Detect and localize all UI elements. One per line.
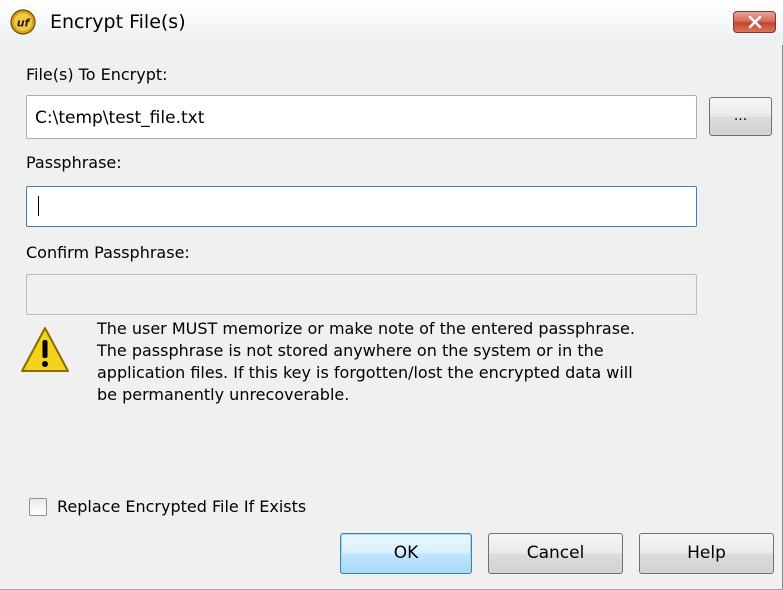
warning-line: The user MUST memorize or make note of t… — [97, 319, 635, 338]
browse-button[interactable]: ... — [709, 97, 772, 136]
help-button[interactable]: Help — [639, 533, 774, 574]
uf-logo-icon: uf — [10, 9, 36, 35]
confirm-passphrase-input[interactable] — [26, 274, 697, 315]
files-input[interactable]: C:\temp\test_file.txt — [26, 95, 697, 139]
text-caret — [38, 196, 39, 216]
encrypt-files-dialog: uf Encrypt File(s) File(s) To Encrypt: C… — [0, 0, 783, 590]
close-icon — [748, 15, 762, 29]
replace-checkbox-label[interactable]: Replace Encrypted File If Exists — [57, 497, 306, 517]
warning-icon — [20, 325, 70, 375]
warning-message: The user MUST memorize or make note of t… — [97, 318, 697, 406]
window-title: Encrypt File(s) — [50, 11, 186, 33]
files-label: File(s) To Encrypt: — [26, 65, 168, 84]
confirm-passphrase-label: Confirm Passphrase: — [26, 243, 190, 262]
warning-line: The passphrase is not stored anywhere on… — [97, 341, 604, 360]
passphrase-label: Passphrase: — [26, 153, 122, 172]
replace-checkbox[interactable] — [29, 498, 47, 516]
svg-text:uf: uf — [17, 17, 31, 30]
passphrase-input[interactable] — [26, 186, 697, 227]
ok-button[interactable]: OK — [340, 533, 472, 574]
close-button[interactable] — [733, 11, 776, 33]
title-bar[interactable]: uf Encrypt File(s) — [0, 0, 783, 45]
warning-line: be permanently unrecoverable. — [97, 385, 350, 404]
cancel-button[interactable]: Cancel — [488, 533, 623, 574]
warning-line: application files. If this key is forgot… — [97, 363, 633, 382]
